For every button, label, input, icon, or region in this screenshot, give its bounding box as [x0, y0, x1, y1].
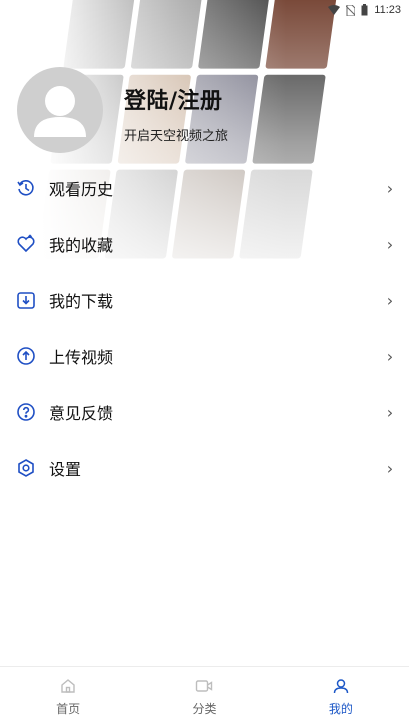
tab-mine[interactable]: 我的 [273, 667, 409, 728]
menu-item-settings[interactable]: 设置 › [0, 440, 409, 496]
bottom-navigation: 首页 分类 我的 [0, 666, 409, 728]
chevron-right-icon: › [386, 346, 394, 366]
tab-home-label: 首页 [56, 702, 81, 716]
menu-item-upload[interactable]: 上传视频 › [0, 328, 409, 384]
tab-category-label: 分类 [192, 702, 217, 716]
menu-label-settings: 设置 [49, 460, 82, 479]
history-icon [16, 178, 36, 198]
chevron-right-icon: › [386, 178, 394, 198]
menu-item-history[interactable]: 观看历史 › [0, 160, 409, 216]
default-user-icon [34, 86, 86, 137]
menu-label-favorites: 我的收藏 [49, 236, 114, 255]
download-icon [16, 290, 36, 310]
status-time: 11:23 [374, 4, 401, 16]
login-register-title[interactable]: 登陆/注册 [124, 83, 228, 115]
category-icon [196, 680, 213, 692]
battery-icon [361, 4, 368, 16]
menu-item-downloads[interactable]: 我的下载 › [0, 272, 409, 328]
menu-label-upload: 上传视频 [49, 348, 114, 367]
heart-icon [16, 234, 36, 254]
upload-icon [16, 346, 36, 366]
home-icon [61, 679, 75, 693]
menu-item-feedback[interactable]: 意见反馈 › [0, 384, 409, 440]
menu-label-downloads: 我的下载 [49, 292, 114, 311]
status-bar: 11:23 [0, 0, 409, 20]
profile-menu: 观看历史 › 我的收藏 › 我的下载 › 上传视频 › 意见反馈 › 设置 › [0, 160, 409, 496]
tab-category[interactable]: 分类 [136, 667, 272, 728]
login-subtitle: 开启天空视频之旅 [124, 128, 229, 144]
no-sim-icon [346, 4, 356, 16]
tab-home[interactable]: 首页 [0, 667, 136, 728]
chevron-right-icon: › [386, 290, 394, 310]
chevron-right-icon: › [386, 402, 394, 422]
chevron-right-icon: › [386, 458, 394, 478]
menu-label-history: 观看历史 [49, 180, 114, 199]
tab-mine-label: 我的 [328, 702, 353, 716]
menu-label-feedback: 意见反馈 [49, 404, 114, 423]
profile-login-card[interactable]: 登陆/注册 开启天空视频之旅 [17, 67, 228, 153]
avatar[interactable] [17, 67, 103, 153]
question-icon [16, 402, 36, 422]
wifi-icon [328, 5, 341, 15]
user-icon [333, 679, 349, 694]
chevron-right-icon: › [386, 234, 394, 254]
menu-item-favorites[interactable]: 我的收藏 › [0, 216, 409, 272]
settings-icon [16, 458, 36, 478]
